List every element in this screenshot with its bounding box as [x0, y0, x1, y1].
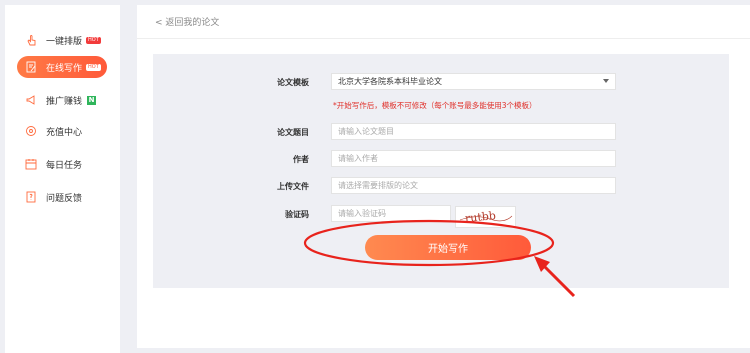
form-panel: 论文模板 北京大学各院系本科毕业论文 *开始写作后，模板不可修改（每个账号最多能…	[153, 54, 729, 288]
template-select-value: 北京大学各院系本科毕业论文	[338, 77, 442, 86]
chevron-down-icon	[603, 79, 609, 83]
megaphone-icon	[25, 94, 37, 106]
template-label: 论文模板	[277, 78, 309, 87]
sidebar-item-one-click-format[interactable]: 一键排版 HOT	[17, 29, 107, 51]
author-label: 作者	[293, 155, 309, 164]
upload-file-input[interactable]: 请选择需要排版的论文	[331, 177, 616, 194]
back-link[interactable]: < 返回我的论文	[155, 15, 219, 28]
captcha-label: 验证码	[285, 210, 309, 219]
new-badge: N	[87, 95, 97, 105]
sidebar-item-online-writing[interactable]: 在线写作 HOT	[17, 56, 107, 78]
author-input[interactable]: 请输入作者	[331, 150, 616, 167]
author-input-placeholder: 请输入作者	[338, 154, 378, 163]
target-icon	[25, 125, 37, 137]
upload-input-placeholder: 请选择需要排版的论文	[338, 181, 418, 190]
title-input-placeholder: 请输入论文题目	[338, 127, 394, 136]
sidebar-item-recharge[interactable]: 充值中心	[17, 120, 107, 142]
sidebar-item-label: 在线写作	[46, 63, 83, 74]
sidebar-item-promotion[interactable]: 推广赚钱 N	[17, 89, 107, 111]
feedback-icon	[25, 191, 37, 203]
captcha-input-placeholder: 请输入验证码	[338, 209, 386, 218]
sidebar-item-label: 充值中心	[46, 127, 83, 138]
title-label: 论文题目	[277, 128, 309, 137]
upload-label: 上传文件	[277, 182, 309, 191]
sidebar-item-label: 推广赚钱	[46, 96, 83, 107]
hot-badge: HOT	[86, 63, 101, 71]
main-content: < 返回我的论文 论文模板 北京大学各院系本科毕业论文 *开始写作后，模板不可修…	[137, 5, 750, 348]
hand-pointer-icon	[25, 34, 37, 46]
title-input[interactable]: 请输入论文题目	[331, 123, 616, 140]
template-warning: *开始写作后，模板不可修改（每个账号最多能使用3个模板）	[333, 101, 537, 110]
sidebar-item-label: 问题反馈	[46, 193, 83, 204]
hot-badge: HOT	[86, 36, 101, 44]
template-select[interactable]: 北京大学各院系本科毕业论文	[331, 73, 616, 90]
document-edit-icon	[25, 61, 37, 73]
sidebar-item-daily-tasks[interactable]: 每日任务	[17, 153, 107, 175]
captcha-image[interactable]: rutbb	[455, 206, 516, 228]
header-divider	[137, 38, 750, 39]
sidebar-item-label: 一键排版	[46, 36, 83, 47]
sidebar-item-label: 每日任务	[46, 160, 83, 171]
sidebar-item-feedback[interactable]: 问题反馈	[17, 186, 107, 208]
sidebar: 一键排版 HOT 在线写作 HOT 推广赚钱 N 充值中心 每日任务 问题反馈	[5, 5, 120, 353]
start-writing-button[interactable]: 开始写作	[365, 235, 531, 260]
captcha-input[interactable]: 请输入验证码	[331, 205, 451, 222]
calendar-icon	[25, 158, 37, 170]
